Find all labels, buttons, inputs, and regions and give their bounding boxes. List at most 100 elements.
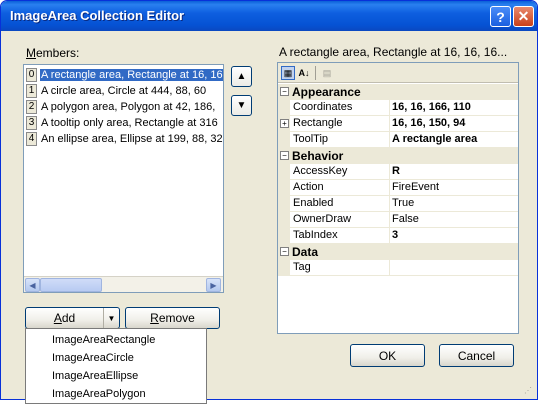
property-category[interactable]: − Appearance (278, 84, 518, 100)
property-name: Enabled (293, 197, 334, 209)
cancel-button[interactable]: Cancel (439, 344, 514, 367)
collapse-icon[interactable]: − (280, 87, 289, 96)
member-text: A tooltip only area, Rectangle at 316 (41, 116, 218, 129)
property-value[interactable]: True (392, 197, 414, 209)
property-grid-toolbar: ▦ A↓ ▤ (278, 63, 518, 83)
resize-grip-icon[interactable]: ⋰ (524, 386, 534, 396)
expand-icon[interactable]: + (280, 119, 289, 128)
add-type-menu-item[interactable]: ImageAreaCircle (52, 349, 134, 366)
add-type-menu: ImageAreaRectangle ImageAreaCircle ImageAr… (25, 328, 207, 404)
property-divider[interactable] (389, 228, 390, 244)
members-label: Members: (26, 46, 80, 60)
property-value[interactable]: 3 (392, 229, 398, 241)
property-gutter (278, 228, 290, 244)
move-up-button[interactable]: ▲ (231, 66, 252, 87)
property-name: AccessKey (293, 165, 348, 177)
scroll-left-arrow-icon[interactable]: ◀ (25, 278, 40, 292)
member-text: A polygon area, Polygon at 42, 186, (41, 100, 216, 113)
property-value[interactable]: 16, 16, 150, 94 (392, 117, 465, 129)
scroll-thumb[interactable] (40, 278, 102, 292)
property-gutter (278, 100, 290, 116)
members-hscrollbar[interactable]: ◀ ▶ (24, 276, 223, 292)
member-index: 1 (26, 83, 37, 98)
property-row[interactable]: ToolTip A rectangle area (278, 132, 518, 148)
collapse-icon[interactable]: − (280, 247, 289, 256)
ok-button-label: OK (378, 348, 397, 363)
add-dropdown-arrow-icon[interactable]: ▼ (103, 308, 119, 328)
property-row[interactable]: AccessKey R (278, 164, 518, 180)
close-button[interactable]: ✕ (513, 6, 534, 27)
ok-button[interactable]: OK (350, 344, 425, 367)
property-divider[interactable] (389, 260, 390, 276)
property-value[interactable]: False (392, 213, 419, 225)
property-name: Action (293, 181, 324, 193)
property-divider[interactable] (389, 116, 390, 132)
member-index: 0 (26, 67, 37, 82)
help-icon: ? (496, 8, 505, 25)
add-button[interactable]: Add ▼ (25, 307, 120, 329)
add-type-menu-item[interactable]: ImageAreaRectangle (52, 331, 155, 348)
property-divider[interactable] (389, 164, 390, 180)
property-row[interactable]: Action FireEvent (278, 180, 518, 196)
categorized-view-icon[interactable]: ▦ (281, 66, 295, 80)
property-name: Tag (293, 261, 311, 273)
title-bar[interactable]: ImageArea Collection Editor ? ✕ (1, 1, 537, 31)
member-list-item[interactable]: 4 An ellipse area, Ellipse at 199, 88, 32 (26, 131, 223, 146)
add-type-menu-item[interactable]: ImageAreaEllipse (52, 367, 138, 384)
property-value[interactable]: 16, 16, 166, 110 (392, 101, 471, 113)
arrow-up-icon: ▲ (236, 71, 247, 82)
property-divider[interactable] (389, 100, 390, 116)
members-list[interactable]: 0A rectangle area, Rectangle at 16, 16 1 A… (23, 64, 224, 293)
member-index: 2 (26, 99, 37, 114)
property-name: ToolTip (293, 133, 329, 145)
property-gutter (278, 164, 290, 180)
category-label: Behavior (292, 149, 344, 163)
property-row[interactable]: TabIndex 3 (278, 228, 518, 244)
add-button-label: Add (53, 311, 76, 325)
alphabetical-sort-icon[interactable]: A↓ (297, 66, 311, 80)
member-text: An ellipse area, Ellipse at 199, 88, 32 (41, 132, 223, 145)
cancel-button-label: Cancel (457, 348, 496, 363)
property-gutter (278, 196, 290, 212)
property-value[interactable]: R (392, 165, 400, 177)
property-gutter (278, 212, 290, 228)
add-type-menu-item[interactable]: ImageAreaPolygon (52, 385, 146, 402)
remove-button-label: Remove (150, 311, 195, 325)
window-title: ImageArea Collection Editor (10, 8, 185, 23)
property-category[interactable]: − Data (278, 244, 518, 260)
help-button[interactable]: ? (490, 6, 511, 27)
member-list-item[interactable]: 2 A polygon area, Polygon at 42, 186, (26, 99, 223, 114)
remove-button[interactable]: Remove (125, 307, 220, 329)
member-text: A rectangle area, Rectangle at 16, 16 (40, 68, 223, 81)
property-grid[interactable]: ▦ A↓ ▤ − Appearance Coordinates 16, 16, 166… (277, 62, 519, 334)
move-down-button[interactable]: ▼ (231, 95, 252, 116)
property-name: Rectangle (293, 117, 343, 129)
property-gutter (278, 260, 290, 276)
scroll-right-arrow-icon[interactable]: ▶ (206, 278, 221, 292)
category-label: Appearance (292, 85, 361, 99)
member-list-item[interactable]: 1 A circle area, Circle at 444, 88, 60 (26, 83, 223, 98)
member-list-item[interactable]: 0A rectangle area, Rectangle at 16, 16 (26, 67, 223, 82)
property-row[interactable]: OwnerDraw False (278, 212, 518, 228)
property-name: TabIndex (293, 229, 338, 241)
property-divider[interactable] (389, 196, 390, 212)
selected-object-label: A rectangle area, Rectangle at 16, 16, 1… (279, 45, 508, 59)
property-row[interactable]: Coordinates 16, 16, 166, 110 (278, 100, 518, 116)
member-list-item[interactable]: 3 A tooltip only area, Rectangle at 316 (26, 115, 223, 130)
property-category[interactable]: − Behavior (278, 148, 518, 164)
property-divider[interactable] (389, 180, 390, 196)
category-label: Data (292, 245, 319, 259)
member-index: 4 (26, 131, 37, 146)
property-value[interactable]: A rectangle area (392, 133, 477, 145)
toolbar-separator (315, 66, 316, 80)
property-gutter (278, 180, 290, 196)
property-name: Coordinates (293, 101, 353, 113)
collapse-icon[interactable]: − (280, 151, 289, 160)
property-row[interactable]: Tag (278, 260, 518, 276)
property-row[interactable]: + Rectangle 16, 16, 150, 94 (278, 116, 518, 132)
property-divider[interactable] (389, 132, 390, 148)
property-value[interactable]: FireEvent (392, 181, 439, 193)
property-gutter (278, 132, 290, 148)
property-divider[interactable] (389, 212, 390, 228)
property-row[interactable]: Enabled True (278, 196, 518, 212)
